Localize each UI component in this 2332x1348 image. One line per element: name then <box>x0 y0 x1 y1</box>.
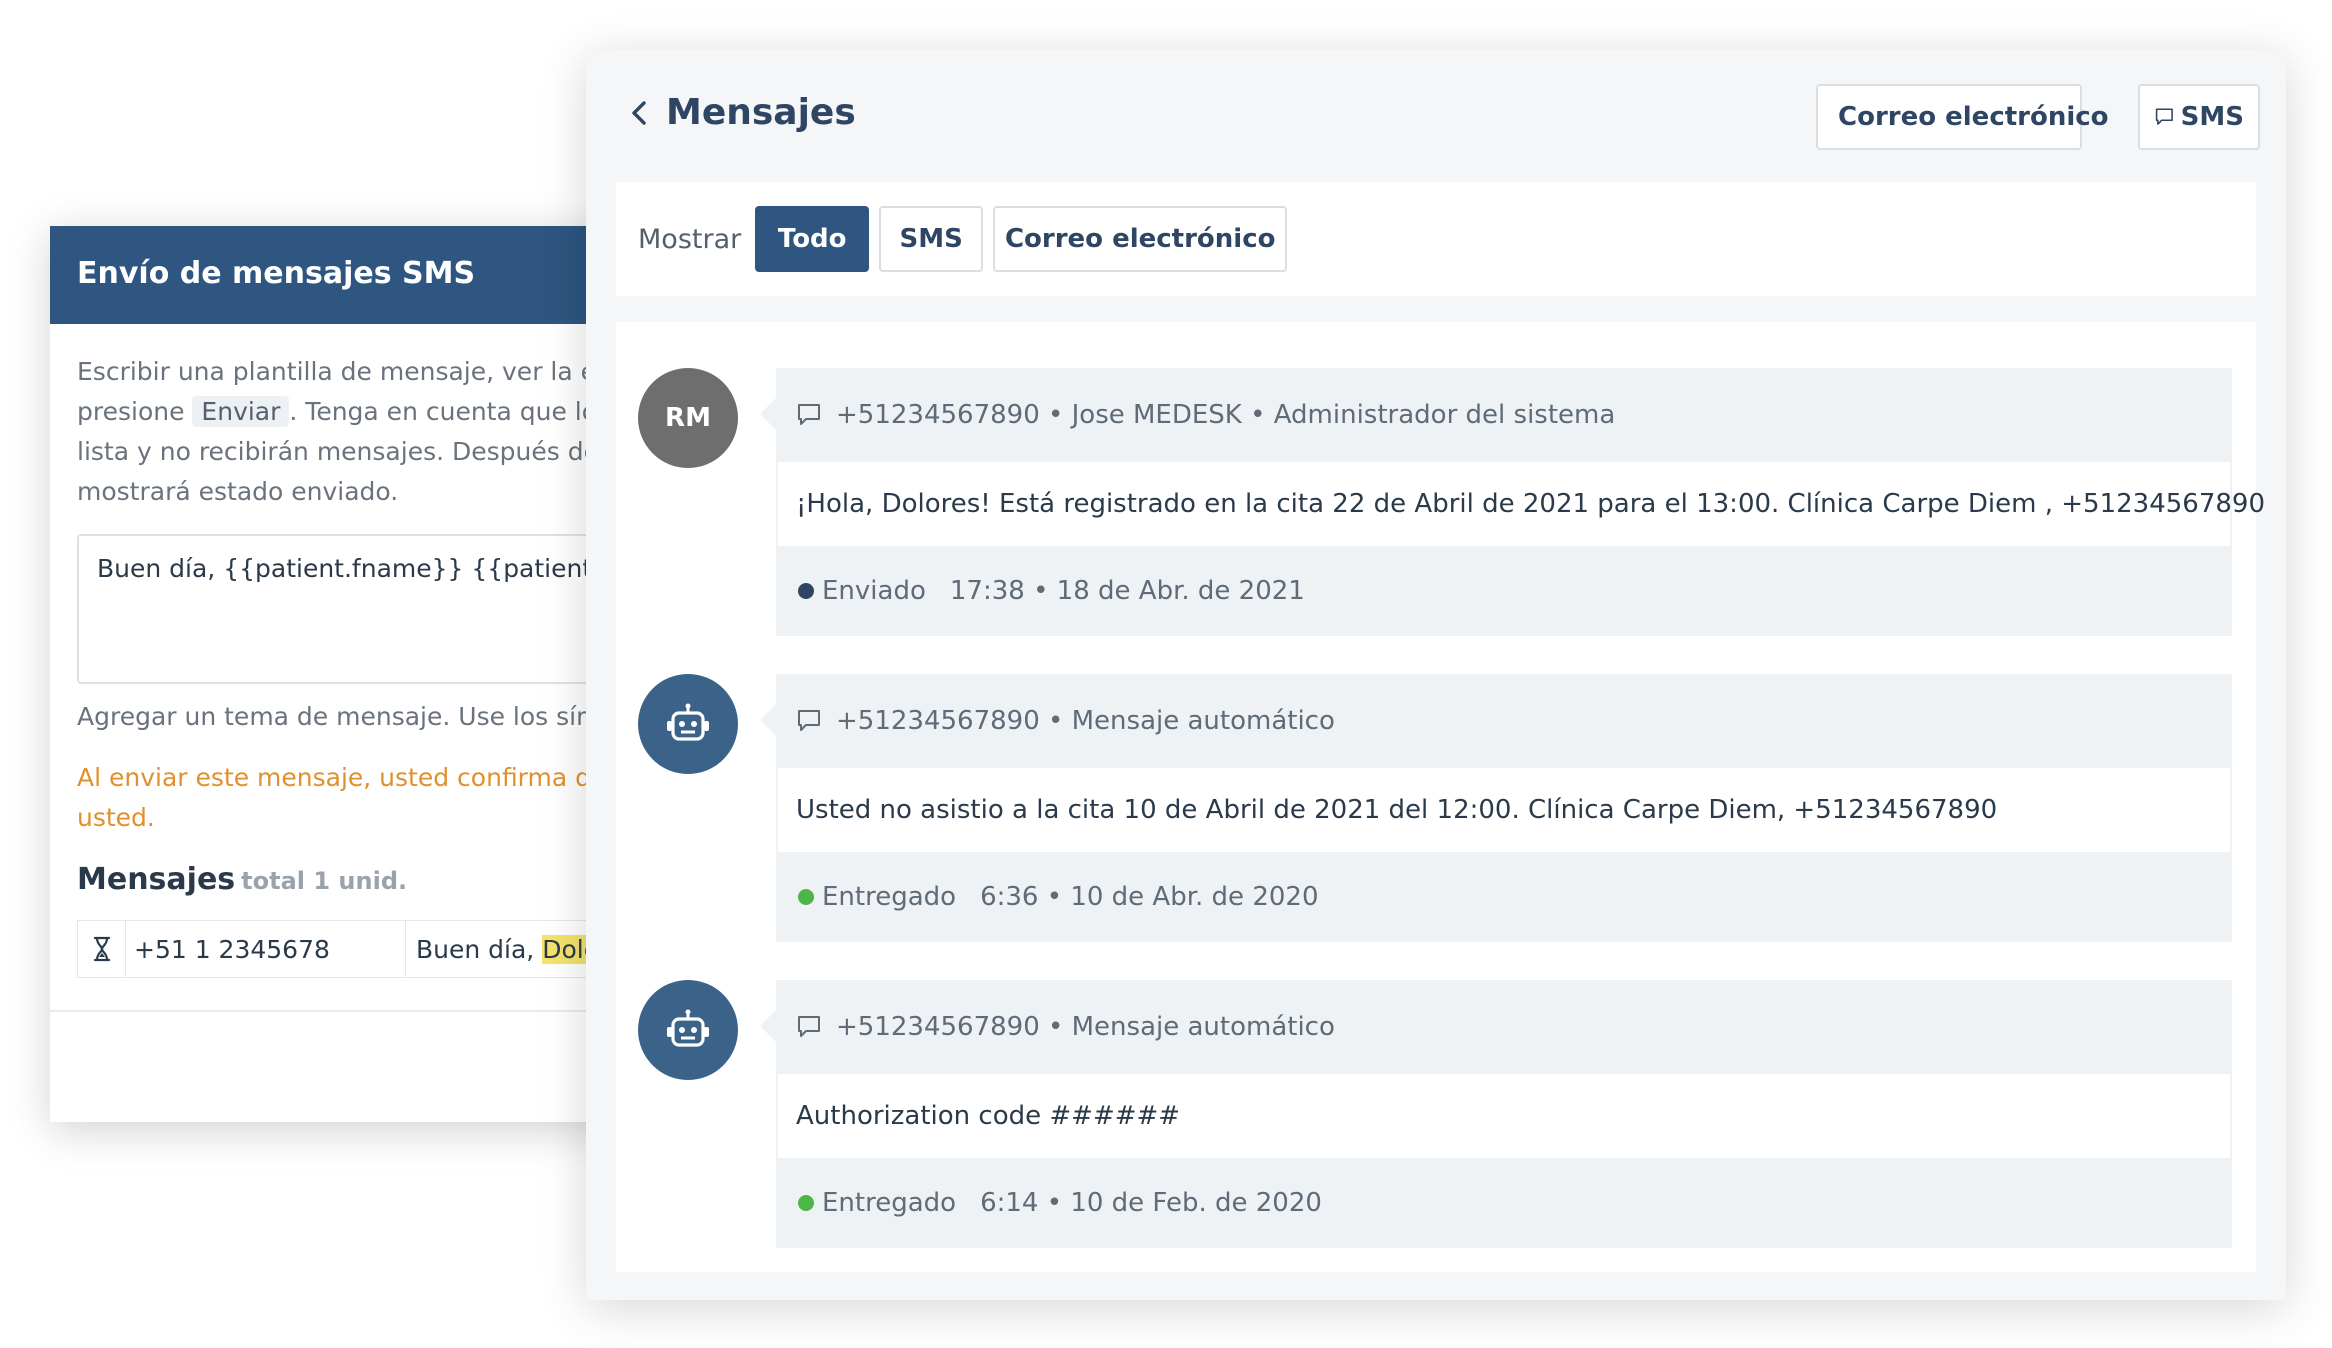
messages-section-heading: Mensajes total 1 unid. <box>77 862 407 897</box>
message-filter-bar: Mostrar Todo SMS Correo electrónico <box>616 182 2256 296</box>
avatar <box>638 674 738 774</box>
send-key-label: Enviar <box>192 396 290 427</box>
status-label: Entregado <box>822 1188 957 1218</box>
divider <box>50 1010 650 1012</box>
message-header-text: +51234567890 • Mensaje automático <box>836 1012 1335 1042</box>
speech-bubble-icon <box>798 710 820 731</box>
message-body: ¡Hola, Dolores! Está registrado en la ci… <box>778 462 2265 546</box>
warning-line-1: Al enviar este mensaje, usted confirma q… <box>77 763 607 792</box>
messages-title-bar: Mensajes <box>622 92 856 133</box>
new-sms-label: SMS <box>2180 102 2244 132</box>
message-time: 6:36 • 10 de Abr. de 2020 <box>980 882 1319 912</box>
robot-icon <box>667 703 709 741</box>
confirmation-warning: Al enviar este mensaje, usted confirma q… <box>77 758 650 838</box>
desc-line-4: mostrará estado enviado. <box>77 477 399 506</box>
status-dot <box>798 889 814 905</box>
desc-line-2-a: presione <box>77 397 193 426</box>
message-body: Authorization code ###### <box>778 1074 2230 1158</box>
page-title: Mensajes <box>666 92 856 133</box>
filter-label: Mostrar <box>638 223 742 255</box>
desc-line-2: presione Enviar. Tenga en cuenta que los <box>77 392 650 432</box>
message-thread-list: RM +51234567890 • Jose MEDESK • Administ… <box>616 322 2265 1272</box>
hourglass-icon <box>78 921 126 977</box>
warning-line-2: usted. <box>77 803 155 832</box>
messages-heading-label: Mensajes <box>77 862 236 897</box>
message-card: +51234567890 • Jose MEDESK • Administrad… <box>760 368 2265 636</box>
message-time: 17:38 • 18 de Abr. de 2021 <box>949 576 1305 606</box>
message-status: Entregado 6:14 • 10 de Feb. de 2020 <box>776 1158 2232 1248</box>
row-text: Buen día, <box>416 934 543 964</box>
speech-bubble-icon <box>798 1016 820 1037</box>
message-header: +51234567890 • Mensaje automático <box>776 980 2232 1074</box>
sms-panel-description: Escribir una plantilla de mensaje, ver l… <box>77 352 650 512</box>
row-phone: +51 1 2345678 <box>126 921 406 977</box>
message-status: Enviado 17:38 • 18 de Abr. de 2021 <box>776 546 2232 636</box>
filter-tab-email[interactable]: Correo electrónico <box>993 206 1288 272</box>
desc-line-2-b: . Tenga en cuenta que los <box>289 397 611 426</box>
new-email-button[interactable]: Correo electrónico <box>1816 84 2109 150</box>
row-message-preview: Buen día, Dolc <box>406 921 607 978</box>
message-card: +51234567890 • Mensaje automático Author… <box>760 980 2232 1248</box>
message-header: +51234567890 • Mensaje automático <box>776 674 2232 768</box>
sms-sending-panel: Envío de mensajes SMS Escribir una plant… <box>50 226 650 1122</box>
speech-bubble-icon <box>2155 108 2173 125</box>
status-label: Enviado <box>822 576 926 606</box>
speech-bubble-icon <box>798 404 820 425</box>
status-dot <box>798 1195 814 1211</box>
message-body: Usted no asistio a la cita 10 de Abril d… <box>778 768 2230 852</box>
avatar: RM <box>638 368 738 468</box>
message-header-text: +51234567890 • Jose MEDESK • Administrad… <box>836 400 1616 430</box>
message-time: 6:14 • 10 de Feb. de 2020 <box>980 1188 1322 1218</box>
status-dot <box>798 583 814 599</box>
filter-tab-sms[interactable]: SMS <box>879 206 984 272</box>
messages-panel: Mensajes Correo electrónico SMS Mostrar … <box>586 50 2286 1300</box>
desc-line-3: lista y no recibirán mensajes. Después d… <box>77 437 599 466</box>
sms-panel-title: Envío de mensajes SMS <box>50 226 650 324</box>
message-header: +51234567890 • Jose MEDESK • Administrad… <box>776 368 2232 462</box>
chevron-left-icon[interactable] <box>622 93 658 133</box>
message-status: Entregado 6:36 • 10 de Abr. de 2020 <box>776 852 2232 942</box>
desc-line-1: Escribir una plantilla de mensaje, ver l… <box>77 357 611 386</box>
avatar <box>638 980 738 1080</box>
message-card: +51234567890 • Mensaje automático Usted … <box>760 674 2232 942</box>
filter-tab-all[interactable]: Todo <box>755 206 870 272</box>
message-template-input[interactable]: Buen día, {{patient.fname}} {{patient.ln… <box>77 534 650 684</box>
new-sms-button[interactable]: SMS <box>2138 84 2260 150</box>
status-label: Entregado <box>822 882 957 912</box>
robot-icon <box>667 1009 709 1047</box>
message-header-text: +51234567890 • Mensaje automático <box>836 706 1335 736</box>
topic-hint: Agregar un tema de mensaje. Use los sím <box>77 702 601 731</box>
table-row[interactable]: +51 1 2345678 Buen día, Dolc <box>77 920 650 978</box>
messages-count: total 1 unid. <box>241 867 408 895</box>
new-email-label: Correo electrónico <box>1838 102 2109 132</box>
